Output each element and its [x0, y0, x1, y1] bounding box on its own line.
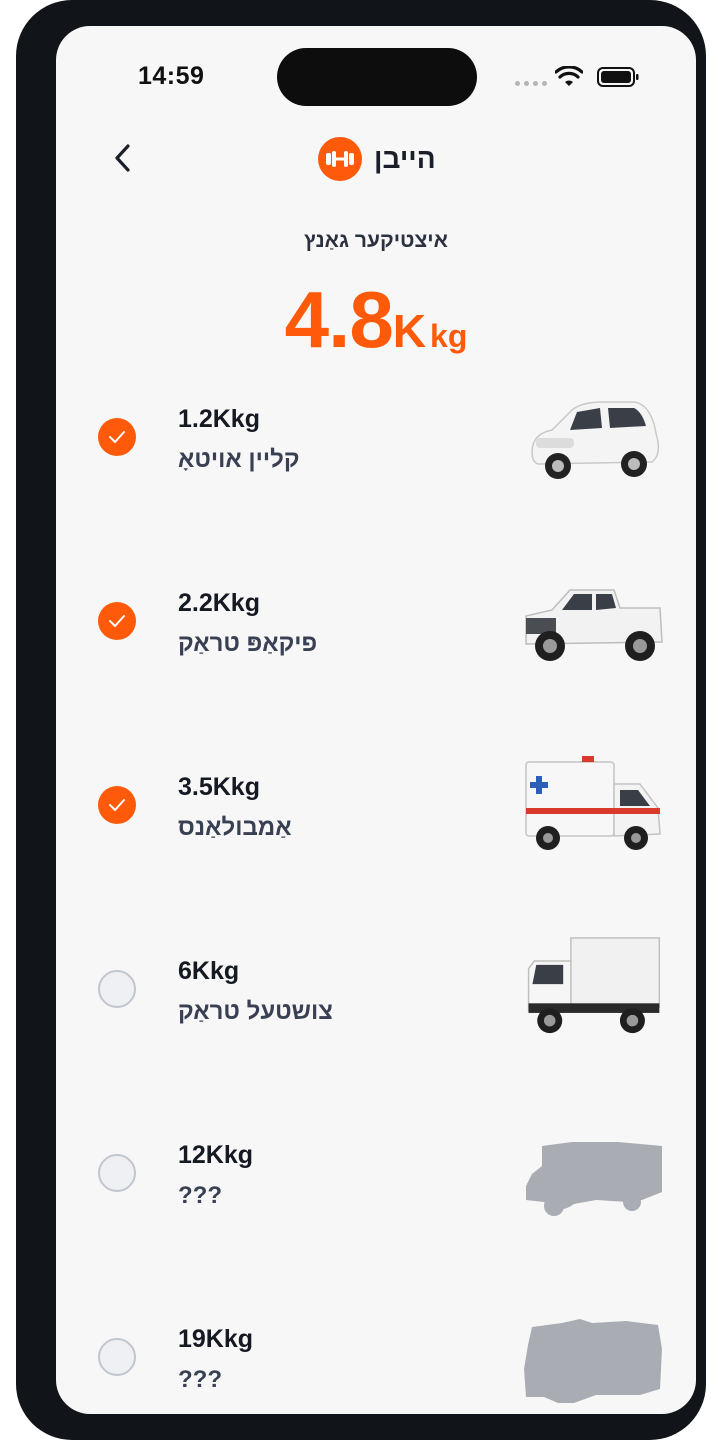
checkmark-icon [109, 615, 125, 627]
app-brand: הייבן [318, 136, 436, 182]
back-button[interactable] [108, 141, 138, 175]
item-name: קליין אויטאָ [178, 446, 300, 473]
wifi-icon [555, 66, 583, 86]
chevron-left-icon [115, 144, 130, 172]
unchecked-checkbox[interactable] [98, 970, 136, 1008]
item-weight: 12Kkg [178, 1141, 254, 1169]
item-name: פיקאַפּ טראַק [178, 630, 318, 657]
checked-checkbox[interactable] [98, 418, 136, 456]
total-label: איצטיקער גאַנץ [304, 229, 448, 252]
total-weight: 4.8K kg [56, 274, 696, 366]
ambulance-icon [525, 756, 661, 850]
status-time: 14:59 [138, 62, 205, 90]
list-item[interactable]: 19Kkg ??? [56, 1300, 696, 1414]
item-weight: 2.2Kkg [178, 589, 260, 617]
locked-heavy-truck-silhouette-icon [524, 1319, 662, 1403]
dumbbell-icon [318, 137, 362, 181]
checked-checkbox[interactable] [98, 786, 136, 824]
app-screen: 14:59 הייבן איצטיקער גאַנץ 4.8K kg 1.2Kk… [56, 26, 696, 1414]
item-weight: 3.5Kkg [178, 773, 260, 801]
unchecked-checkbox[interactable] [98, 1338, 136, 1376]
battery-icon [597, 67, 639, 87]
brand-name: הייבן [374, 143, 436, 174]
unchecked-checkbox[interactable] [98, 1154, 136, 1192]
list-item[interactable]: 6Kkg צושטעל טראַק [56, 932, 696, 1116]
box-truck-icon [527, 937, 661, 1034]
total-value: 4.8 [284, 275, 394, 364]
phone-frame: 14:59 הייבן איצטיקער גאַנץ 4.8K kg 1.2Kk… [16, 0, 706, 1440]
checkmark-icon [109, 431, 125, 443]
checked-checkbox[interactable] [98, 602, 136, 640]
item-name: אַמבולאַנס [178, 814, 292, 841]
list-item[interactable]: 1.2Kkg קליין אויטאָ [56, 380, 696, 564]
locked-truck-silhouette-icon [526, 1142, 662, 1216]
list-item[interactable]: 2.2Kkg פיקאַפּ טראַק [56, 564, 696, 748]
total-value-suffix: K [392, 305, 427, 357]
item-name: ??? [178, 1366, 222, 1393]
pickup-truck-icon [525, 589, 663, 661]
checkmark-icon [109, 799, 125, 811]
list-item[interactable]: 12Kkg ??? [56, 1116, 696, 1300]
item-weight: 6Kkg [178, 957, 240, 985]
item-name: ??? [178, 1182, 222, 1209]
dynamic-island [277, 48, 477, 106]
total-unit: kg [430, 318, 468, 354]
list-item[interactable]: 3.5Kkg אַמבולאַנס [56, 748, 696, 932]
small-car-icon [531, 401, 660, 479]
cellular-dots-icon [515, 81, 547, 87]
item-name: צושטעל טראַק [178, 998, 333, 1025]
item-weight: 1.2Kkg [178, 405, 260, 433]
item-weight: 19Kkg [178, 1325, 254, 1353]
